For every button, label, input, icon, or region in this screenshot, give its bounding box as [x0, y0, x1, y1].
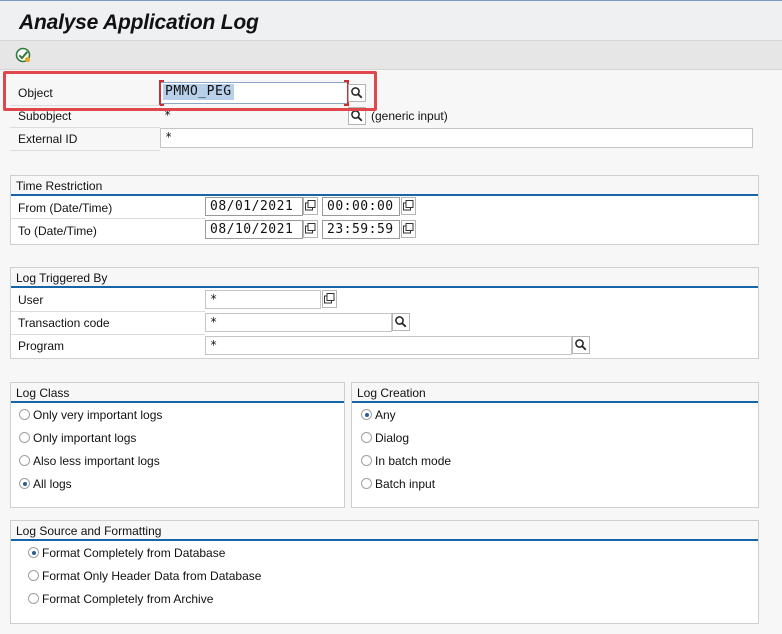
group-title: Time Restriction: [16, 179, 103, 193]
to-label: To (Date/Time): [18, 224, 97, 238]
from-label: From (Date/Time): [18, 201, 113, 215]
log-creation-radio-batch-input[interactable]: [361, 478, 372, 489]
group-title: Log Creation: [357, 386, 426, 400]
log-creation-option-label: Batch input: [375, 477, 436, 491]
object-highlight-box: [3, 71, 377, 111]
divider: [11, 218, 205, 219]
log-class-option-label: Only important logs: [33, 431, 137, 445]
title-bar: Analyse Application Log: [0, 1, 782, 40]
user-picker-icon[interactable]: [322, 290, 337, 308]
divider: [10, 150, 160, 151]
log-source-option-label: Format Completely from Database: [42, 546, 226, 560]
transaction-search-icon[interactable]: [392, 313, 410, 331]
log-source-radio-archive[interactable]: [28, 593, 39, 604]
divider: [11, 334, 205, 335]
transaction-code-input[interactable]: *: [205, 313, 392, 332]
page-title: Analyse Application Log: [19, 11, 259, 34]
from-date-picker-icon[interactable]: [303, 197, 318, 215]
log-source-radio-header-db[interactable]: [28, 570, 39, 581]
log-class-radio-very-important[interactable]: [19, 409, 30, 420]
log-creation-option-label: Dialog: [375, 431, 410, 445]
log-source-option-label: Format Completely from Archive: [42, 592, 214, 606]
program-search-icon[interactable]: [572, 336, 590, 354]
log-class-option-label: All logs: [33, 477, 72, 491]
group-title: Log Source and Formatting: [16, 524, 162, 538]
group-header: Log Triggered By: [11, 268, 758, 288]
external-id-label: External ID: [18, 132, 78, 146]
to-date-input[interactable]: 08/10/2021: [205, 220, 303, 239]
group-header: Log Class: [11, 383, 344, 403]
to-time-picker-icon[interactable]: [401, 220, 416, 238]
log-creation-radio-batch-mode[interactable]: [361, 455, 372, 466]
group-header: Log Creation: [352, 383, 758, 403]
divider: [11, 311, 205, 312]
subobject-hint: (generic input): [371, 109, 448, 123]
log-creation-radio-any[interactable]: [361, 409, 372, 420]
group-title: Log Class: [16, 386, 70, 400]
log-class-option-label: Only very important logs: [33, 408, 163, 422]
user-input[interactable]: *: [205, 290, 321, 309]
to-date-picker-icon[interactable]: [303, 220, 318, 238]
transaction-code-label: Transaction code: [18, 316, 110, 330]
log-class-radio-important[interactable]: [19, 432, 30, 443]
log-creation-option-label: Any: [375, 408, 396, 422]
divider: [10, 127, 160, 128]
log-class-option-label: Also less important logs: [33, 454, 160, 468]
external-id-input[interactable]: *: [160, 128, 753, 148]
group-header: Log Source and Formatting: [11, 521, 758, 541]
user-label: User: [18, 293, 44, 307]
log-class-radio-less-important[interactable]: [19, 455, 30, 466]
to-time-input[interactable]: 23:59:59: [322, 220, 400, 239]
log-source-option-label: Format Only Header Data from Database: [42, 569, 262, 583]
log-creation-radio-dialog[interactable]: [361, 432, 372, 443]
program-label: Program: [18, 339, 65, 353]
group-title: Log Triggered By: [16, 271, 108, 285]
from-time-picker-icon[interactable]: [401, 197, 416, 215]
application-toolbar: [0, 40, 782, 70]
execute-icon[interactable]: [14, 46, 32, 64]
program-input[interactable]: *: [205, 336, 572, 355]
log-source-radio-complete-db[interactable]: [28, 547, 39, 558]
group-header: Time Restriction: [11, 176, 758, 196]
from-date-input[interactable]: 08/01/2021: [205, 197, 303, 216]
log-creation-option-label: In batch mode: [375, 454, 452, 468]
subobject-label: Subobject: [18, 109, 72, 123]
log-class-radio-all[interactable]: [19, 478, 30, 489]
from-time-input[interactable]: 00:00:00: [322, 197, 400, 216]
